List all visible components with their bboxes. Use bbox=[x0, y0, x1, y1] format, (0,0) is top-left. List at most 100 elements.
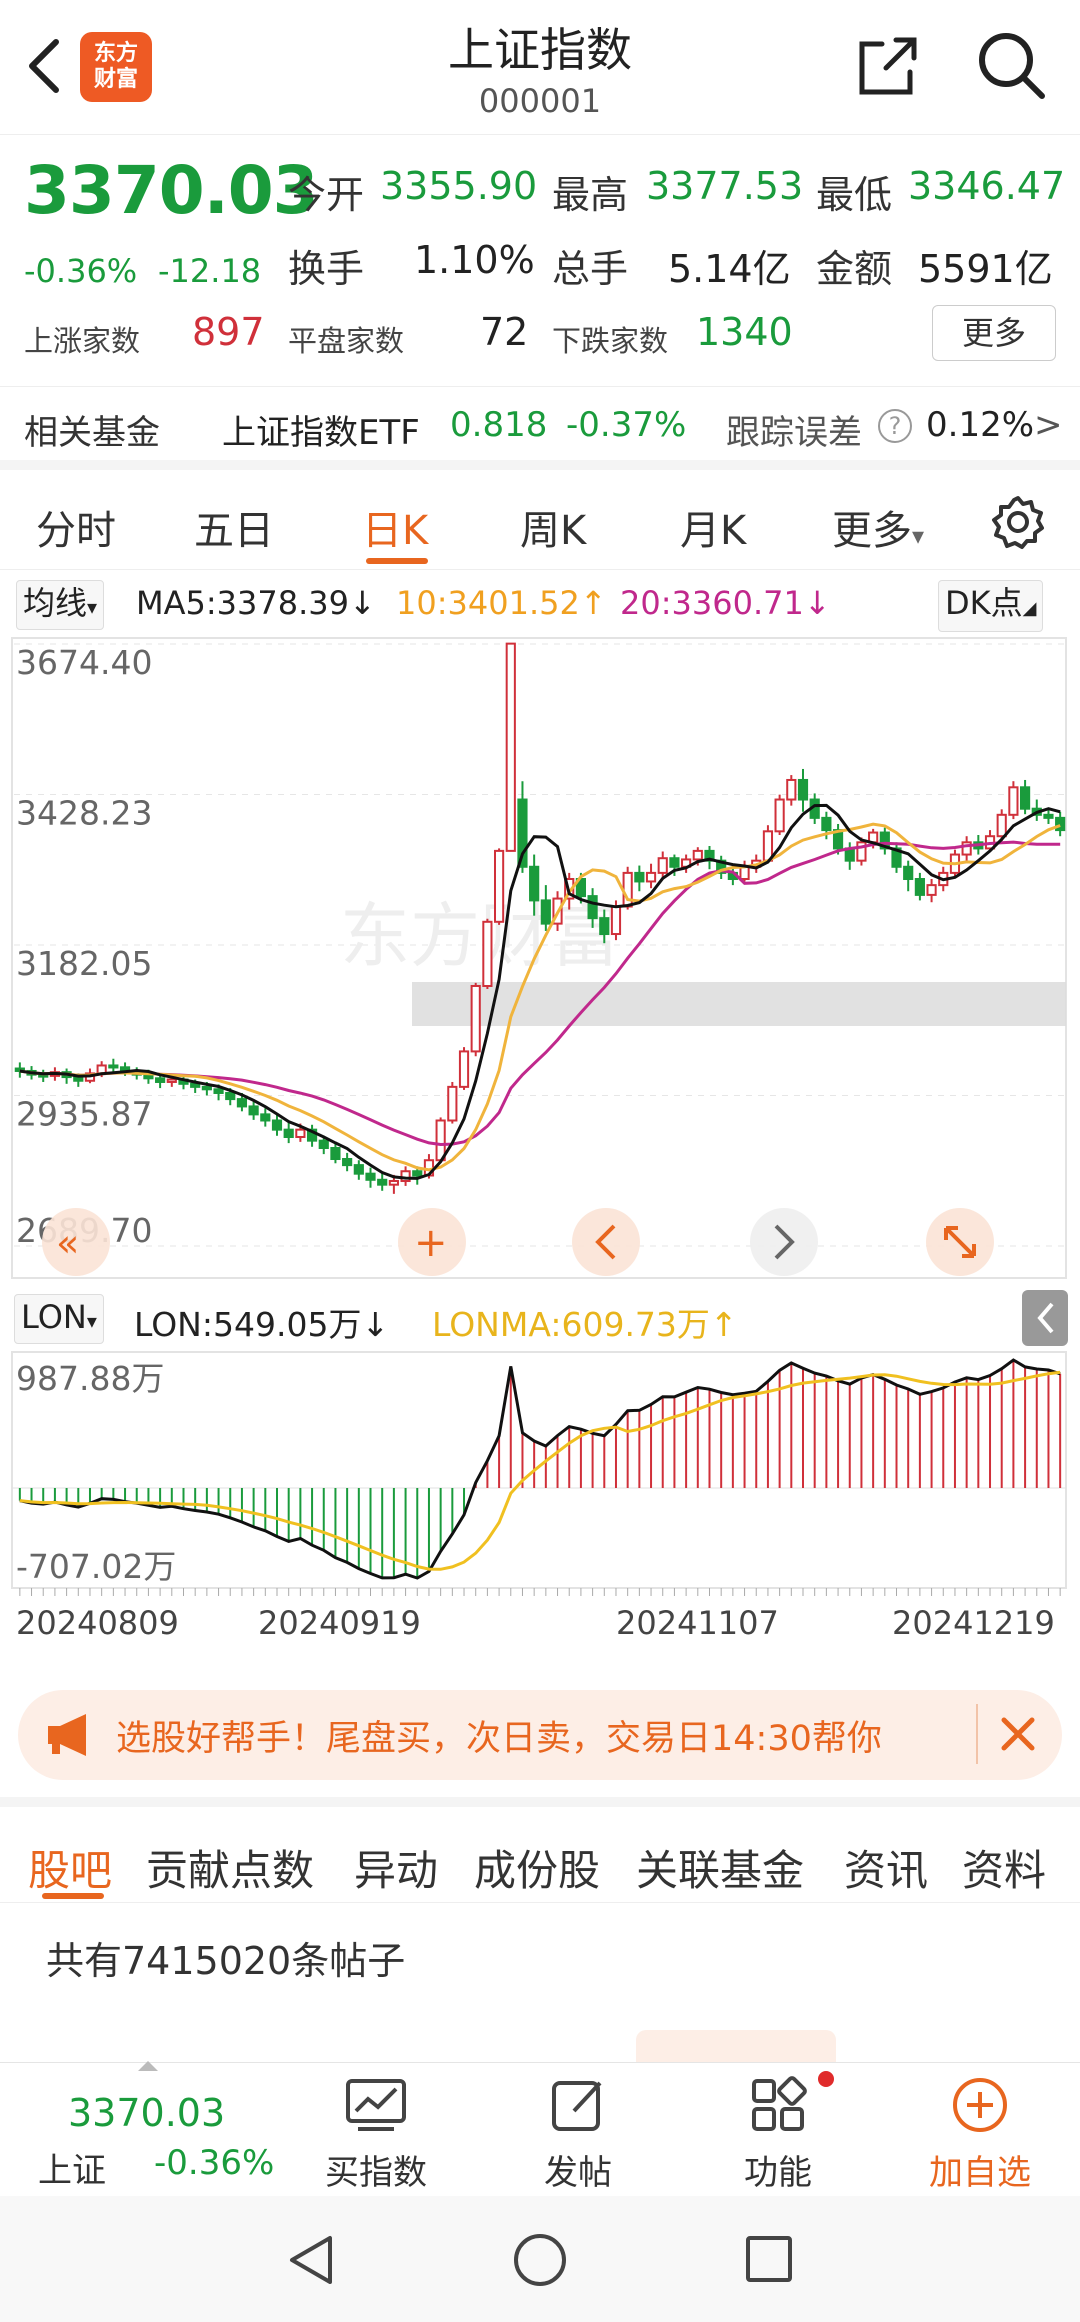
candle-down bbox=[377, 1178, 388, 1186]
tab-monthly-k[interactable]: 月K bbox=[680, 498, 746, 556]
candle-down bbox=[599, 917, 610, 936]
lonma-value: LONMA:609.73万↑ bbox=[432, 1298, 738, 1346]
scroll-left-button[interactable] bbox=[572, 1208, 640, 1276]
tab-contribution[interactable]: 贡献点数 bbox=[146, 1837, 314, 1898]
chart-trend-icon[interactable] bbox=[344, 2077, 408, 2133]
bottom-change: -0.36% bbox=[154, 2143, 275, 2183]
candle-up bbox=[447, 1085, 458, 1122]
tab-five-day[interactable]: 五日 bbox=[194, 498, 274, 556]
down-count-label: 下跌家数 bbox=[552, 324, 669, 358]
nav-home-icon[interactable] bbox=[514, 2234, 566, 2286]
dk-point-selector[interactable]: DK点◢ bbox=[938, 580, 1044, 632]
divider bbox=[976, 1704, 978, 1764]
lon-value: LON:549.05万↓ bbox=[134, 1298, 389, 1346]
low-value: 3346.47 bbox=[908, 164, 1066, 208]
related-fund-row[interactable]: 相关基金 上证指数ETF 0.818 -0.37% 跟踪误差 ? 0.12% > bbox=[0, 386, 1080, 470]
nav-recents-icon[interactable] bbox=[746, 2236, 792, 2282]
scroll-left-far-button[interactable]: « bbox=[42, 1208, 110, 1276]
close-icon[interactable] bbox=[990, 1706, 1046, 1762]
candle-down bbox=[330, 1147, 341, 1161]
candle-down bbox=[201, 1085, 212, 1091]
tab-related-funds[interactable]: 关联基金 bbox=[636, 1837, 804, 1898]
scroll-right-button[interactable] bbox=[750, 1208, 818, 1276]
candle-down bbox=[1043, 813, 1054, 819]
turnover-label: 换手 bbox=[288, 247, 365, 291]
candle-down bbox=[587, 895, 598, 920]
post-button[interactable]: 发帖 bbox=[520, 2145, 636, 2194]
candle-down bbox=[155, 1077, 166, 1083]
candle-up bbox=[645, 871, 657, 883]
price-axis-labels: 3674.403428.233182.052935.872689.70 bbox=[16, 643, 152, 1250]
kline-chart[interactable]: 东方财富 3674.403428.233182.052935.872689.70… bbox=[0, 630, 1080, 1675]
high-value: 3377.53 bbox=[646, 164, 804, 208]
ma5-text: MA5:3378.39 bbox=[136, 584, 349, 622]
tab-more[interactable]: 更多▾ bbox=[832, 498, 924, 556]
tab-weekly-k[interactable]: 周K bbox=[520, 498, 586, 556]
ma20-text: 20:3360.71 bbox=[620, 584, 804, 622]
tracking-error-value: 0.12% bbox=[926, 405, 1035, 445]
promo-banner[interactable]: 选股好帮手！尾盘买，次日卖，交易日14:30帮你 bbox=[18, 1690, 1062, 1780]
lon-text: LON:549.05万 bbox=[134, 1305, 362, 1344]
tab-daily-k[interactable]: 日K bbox=[362, 498, 428, 556]
collapse-panel-button[interactable] bbox=[1022, 1290, 1068, 1346]
tab-guba[interactable]: 股吧 bbox=[28, 1837, 112, 1898]
fund-change: -0.37% bbox=[566, 405, 687, 445]
settings-gear-icon[interactable] bbox=[990, 494, 1046, 550]
candle-down bbox=[353, 1164, 364, 1175]
amount-value: 5591亿 bbox=[918, 247, 1053, 291]
stock-code: 000001 bbox=[478, 82, 602, 120]
ma-selector[interactable]: 均线▾ bbox=[16, 580, 105, 630]
active-tab-indicator bbox=[366, 558, 428, 564]
ma-selector-label: 均线 bbox=[23, 584, 88, 622]
tab-constituents[interactable]: 成份股 bbox=[474, 1837, 600, 1898]
edit-post-icon[interactable] bbox=[548, 2075, 608, 2135]
candle-down bbox=[260, 1113, 271, 1122]
candle-down bbox=[634, 871, 645, 883]
dk-point-label: DK点 bbox=[945, 584, 1023, 622]
buy-index-button[interactable]: 买指数 bbox=[318, 2145, 434, 2194]
grid-apps-icon[interactable] bbox=[748, 2075, 808, 2135]
candle-down bbox=[669, 857, 680, 868]
nav-back-icon[interactable] bbox=[286, 2234, 336, 2286]
more-button[interactable]: 更多 bbox=[932, 305, 1056, 361]
tab-more-label: 更多 bbox=[832, 508, 912, 554]
help-icon[interactable]: ? bbox=[878, 409, 912, 443]
tab-intraday[interactable]: 分时 bbox=[36, 498, 116, 556]
up-arrow-icon: ↑ bbox=[579, 584, 607, 622]
functions-button[interactable]: 功能 bbox=[720, 2145, 836, 2194]
share-icon[interactable] bbox=[856, 36, 918, 98]
indicator-selector[interactable]: LON▾ bbox=[14, 1294, 104, 1344]
ma5-value: MA5:3378.39↓ bbox=[136, 584, 376, 622]
amount-label: 金额 bbox=[816, 247, 893, 291]
high-label: 最高 bbox=[552, 173, 629, 217]
tab-profile[interactable]: 资料 bbox=[962, 1837, 1046, 1898]
date-axis-labels: 20240809 20240919 20241107 20241219 bbox=[16, 1604, 1055, 1642]
zoom-in-button[interactable]: + bbox=[398, 1208, 466, 1276]
add-watchlist-button[interactable]: 加自选 bbox=[918, 2145, 1042, 2194]
lon-line bbox=[19, 1358, 1061, 1580]
x-tick-label: 20241107 bbox=[616, 1604, 779, 1642]
x-tick-label: 20241219 bbox=[892, 1604, 1055, 1642]
watermark: 东方财富 bbox=[340, 895, 620, 977]
moving-average-legend: 均线▾ MA5:3378.39↓ 10:3401.52↑ 20:3360.71↓… bbox=[0, 578, 1080, 632]
tab-news[interactable]: 资讯 bbox=[844, 1837, 928, 1898]
fund-price: 0.818 bbox=[450, 405, 548, 445]
fullscreen-button[interactable] bbox=[926, 1208, 994, 1276]
flat-count: 72 bbox=[480, 310, 529, 354]
plus-icon: + bbox=[414, 1220, 448, 1266]
current-price: 3370.03 bbox=[24, 152, 319, 229]
back-icon[interactable] bbox=[22, 36, 72, 96]
lon-min-label: -707.02万 bbox=[16, 1547, 176, 1586]
tab-movement[interactable]: 异动 bbox=[354, 1837, 438, 1898]
x-tick-label: 20240809 bbox=[16, 1604, 179, 1642]
sort-toggle-partial[interactable] bbox=[636, 2030, 836, 2064]
chevron-right-icon[interactable]: > bbox=[1034, 405, 1063, 445]
fund-section-label: 相关基金 bbox=[24, 413, 160, 453]
up-count: 897 bbox=[192, 310, 265, 354]
up-arrow-icon: ↑ bbox=[709, 1305, 738, 1344]
page-title: 上证指数 bbox=[448, 23, 632, 77]
add-circle-icon[interactable] bbox=[950, 2075, 1010, 2135]
indicator-selector-label: LON bbox=[21, 1298, 87, 1336]
search-icon[interactable] bbox=[976, 30, 1046, 100]
expand-caret-icon[interactable] bbox=[138, 2061, 158, 2071]
